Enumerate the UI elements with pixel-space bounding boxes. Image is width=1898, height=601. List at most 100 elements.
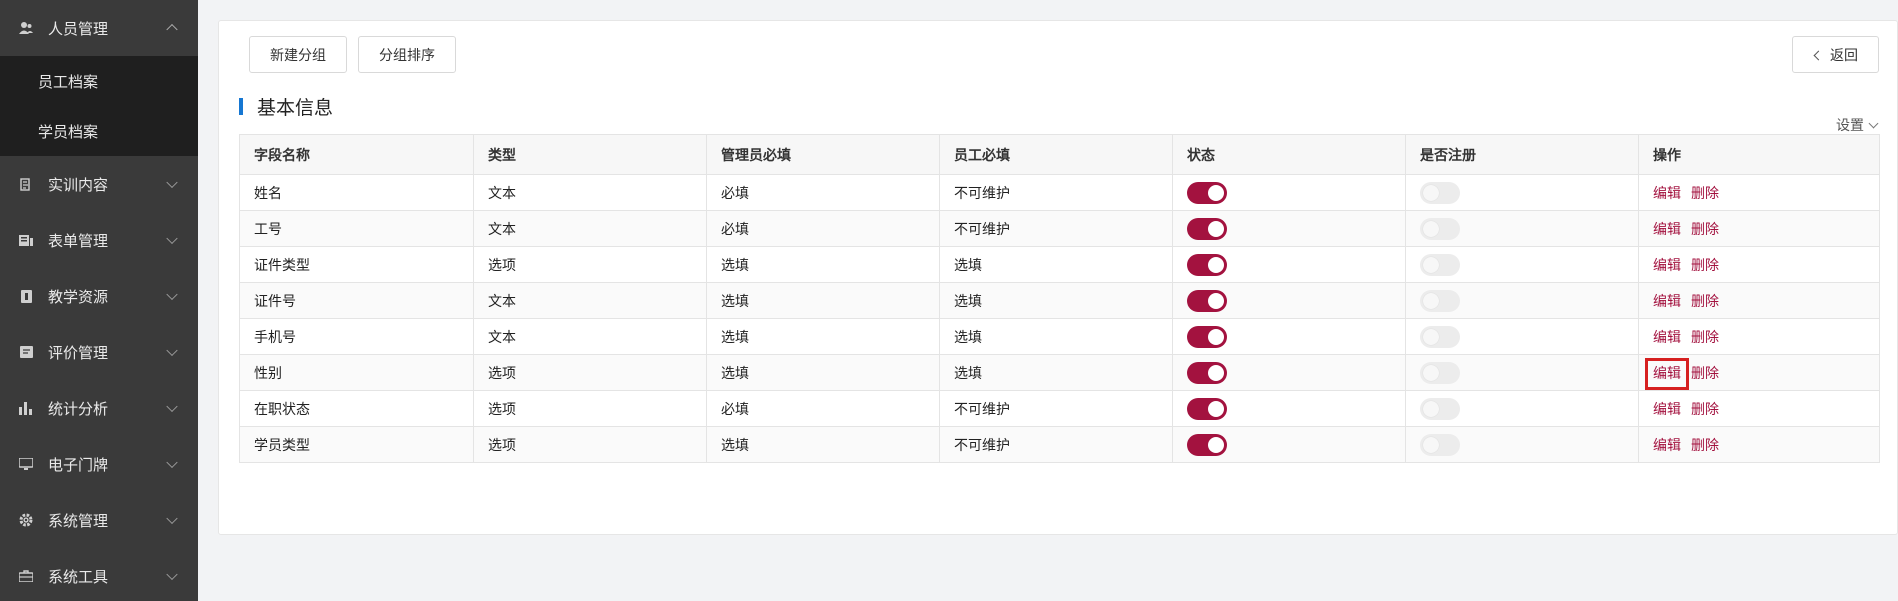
toggle-knob	[1423, 436, 1439, 453]
nav-item-personnel[interactable]: 人员管理	[0, 0, 198, 56]
chevron-left-icon	[1813, 50, 1824, 60]
staff-required-cell: 选填	[939, 246, 1173, 283]
sub-item-student-archive[interactable]: 学员档案	[0, 106, 198, 156]
settings-dropdown[interactable]: 设置	[1836, 115, 1879, 135]
section-title-text: 基本信息	[257, 96, 334, 119]
table-row: 工号 文本 必填 不可维护 编辑 删除	[239, 210, 1880, 247]
back-button[interactable]: 返回	[1792, 36, 1879, 73]
sort-group-button[interactable]: 分组排序	[358, 36, 456, 73]
delete-link[interactable]: 删除	[1691, 366, 1719, 382]
edit-link[interactable]: 编辑	[1653, 402, 1681, 418]
toggle-knob	[1423, 328, 1439, 345]
status-toggle[interactable]	[1187, 217, 1227, 240]
section-title: 基本信息	[239, 91, 333, 121]
registered-cell	[1405, 354, 1639, 391]
edit-link[interactable]: 编辑	[1645, 357, 1689, 390]
delete-link[interactable]: 删除	[1691, 258, 1719, 274]
status-cell	[1172, 354, 1406, 391]
staff-required-cell: 选填	[939, 354, 1173, 391]
nav-item-reviews[interactable]: 评价管理	[0, 324, 198, 380]
field-name-cell: 姓名	[239, 174, 474, 211]
delete-link[interactable]: 删除	[1691, 294, 1719, 310]
field-name-cell: 手机号	[239, 318, 474, 355]
sub-item-staff-archive[interactable]: 员工档案	[0, 56, 198, 106]
delete-link[interactable]: 删除	[1691, 402, 1719, 418]
nav-item-resources[interactable]: 教学资源	[0, 268, 198, 324]
status-cell	[1172, 318, 1406, 355]
table-row: 姓名 文本 必填 不可维护 编辑 删除	[239, 174, 1880, 211]
nav-item-system-tools[interactable]: 系统工具	[0, 548, 198, 601]
registered-cell	[1405, 390, 1639, 427]
status-cell	[1172, 390, 1406, 427]
staff-required-cell: 选填	[939, 282, 1173, 319]
status-toggle[interactable]	[1187, 361, 1227, 384]
toggle-knob	[1208, 184, 1224, 201]
status-cell	[1172, 282, 1406, 319]
status-toggle[interactable]	[1187, 397, 1227, 420]
gear-icon	[18, 512, 34, 528]
field-type-cell: 选项	[473, 246, 707, 283]
title-accent-bar	[239, 97, 243, 115]
chevron-down-icon	[166, 456, 178, 469]
field-name-cell: 工号	[239, 210, 474, 247]
new-group-button[interactable]: 新建分组	[249, 36, 347, 73]
edit-link[interactable]: 编辑	[1653, 186, 1681, 202]
nav-item-forms[interactable]: 表单管理	[0, 212, 198, 268]
registered-toggle[interactable]	[1420, 289, 1460, 312]
nav-item-label: 系统管理	[48, 511, 109, 530]
book-icon	[18, 288, 34, 304]
registered-toggle[interactable]	[1420, 433, 1460, 456]
toggle-knob	[1423, 364, 1439, 381]
field-name-cell: 证件类型	[239, 246, 474, 283]
toggle-knob	[1423, 292, 1439, 309]
registered-toggle[interactable]	[1420, 217, 1460, 240]
nav-item-label: 系统工具	[48, 567, 109, 586]
back-label: 返回	[1830, 46, 1858, 63]
registered-toggle[interactable]	[1420, 181, 1460, 204]
toggle-knob	[1208, 364, 1224, 381]
edit-link[interactable]: 编辑	[1653, 294, 1681, 310]
document-icon	[18, 176, 34, 192]
nav-item-system-admin[interactable]: 系统管理	[0, 492, 198, 548]
registered-toggle[interactable]	[1420, 361, 1460, 384]
admin-required-cell: 选填	[706, 318, 940, 355]
table-row: 学员类型 选项 选填 不可维护 编辑 删除	[239, 426, 1880, 463]
chevron-up-icon	[166, 23, 178, 36]
edit-link[interactable]: 编辑	[1653, 330, 1681, 346]
nav-item-doorplate[interactable]: 电子门牌	[0, 436, 198, 492]
status-toggle[interactable]	[1187, 253, 1227, 276]
delete-link[interactable]: 删除	[1691, 330, 1719, 346]
nav-item-training[interactable]: 实训内容	[0, 156, 198, 212]
status-toggle[interactable]	[1187, 289, 1227, 312]
delete-link[interactable]: 删除	[1691, 222, 1719, 238]
toggle-knob	[1208, 256, 1224, 273]
table-row: 手机号 文本 选填 选填 编辑 删除	[239, 318, 1880, 355]
nav-item-label: 评价管理	[48, 343, 109, 362]
nav-item-statistics[interactable]: 统计分析	[0, 380, 198, 436]
edit-link[interactable]: 编辑	[1653, 258, 1681, 274]
delete-link[interactable]: 删除	[1691, 186, 1719, 202]
registered-toggle[interactable]	[1420, 397, 1460, 420]
table-row: 在职状态 选项 必填 不可维护 编辑 删除	[239, 390, 1880, 427]
edit-link[interactable]: 编辑	[1653, 222, 1681, 238]
fields-table: 字段名称 类型 管理员必填 员工必填 状态 是否注册 操作 姓名 文本 必填 不可维护…	[239, 134, 1880, 463]
status-toggle[interactable]	[1187, 181, 1227, 204]
chevron-down-icon	[166, 400, 178, 413]
staff-required-cell: 不可维护	[939, 174, 1173, 211]
delete-link[interactable]: 删除	[1691, 438, 1719, 454]
status-toggle[interactable]	[1187, 325, 1227, 348]
table-row: 证件类型 选项 选填 选填 编辑 删除	[239, 246, 1880, 283]
toggle-knob	[1423, 400, 1439, 417]
table-body: 姓名 文本 必填 不可维护 编辑 删除 工号 文本 必填 不可维护 编辑 删除 证件类型 选项 选填 选填 编辑…	[239, 174, 1880, 463]
registered-toggle[interactable]	[1420, 253, 1460, 276]
person-icon	[18, 20, 34, 36]
admin-required-cell: 必填	[706, 210, 940, 247]
registered-toggle[interactable]	[1420, 325, 1460, 348]
actions-cell: 编辑 删除	[1638, 354, 1880, 391]
toggle-knob	[1208, 328, 1224, 345]
toggle-knob	[1423, 256, 1439, 273]
actions-cell: 编辑 删除	[1638, 282, 1880, 319]
status-toggle[interactable]	[1187, 433, 1227, 456]
edit-link[interactable]: 编辑	[1653, 438, 1681, 454]
table-row: 性别 选项 选填 选填 编辑 删除	[239, 354, 1880, 391]
